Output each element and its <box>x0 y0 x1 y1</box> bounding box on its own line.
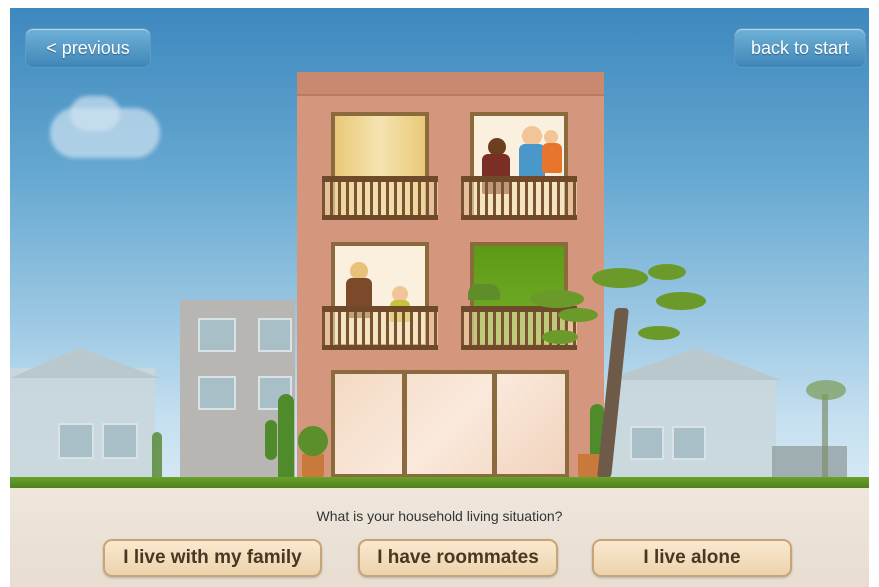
balcony-top-left <box>322 176 438 220</box>
building-roof <box>297 72 604 96</box>
palm-tree-icon <box>822 394 828 478</box>
answer-button-family[interactable]: I live with my family <box>103 539 322 577</box>
background-house-right-roof <box>606 348 781 380</box>
scene-illustration: < previous back to start <box>10 8 869 488</box>
cloud-icon <box>70 96 120 131</box>
back-to-start-button[interactable]: back to start <box>734 28 866 68</box>
palm-leaves <box>806 380 846 400</box>
tree-leaf <box>638 326 680 340</box>
cactus-icon <box>152 432 162 478</box>
tree-leaf <box>648 264 686 280</box>
grass-strip <box>10 477 869 488</box>
potted-plant-icon <box>302 454 324 478</box>
previous-button[interactable]: < previous <box>25 28 151 68</box>
background-window <box>258 318 292 352</box>
storefront-window <box>331 370 569 478</box>
background-window <box>672 426 706 460</box>
background-wall <box>772 446 847 478</box>
tree-leaf <box>542 330 578 344</box>
app-frame: < previous back to start What is your ho… <box>10 8 869 587</box>
tree-leaf <box>656 292 706 310</box>
background-window <box>58 423 94 459</box>
tree-leaf <box>530 290 584 308</box>
background-window <box>102 423 138 459</box>
cactus-icon <box>265 420 277 460</box>
background-window <box>630 426 664 460</box>
balcony-middle-left <box>322 306 438 350</box>
background-house-left-roof <box>10 348 160 378</box>
balcony-top-right <box>461 176 577 220</box>
background-window <box>198 376 236 410</box>
answer-button-roommates[interactable]: I have roommates <box>358 539 558 577</box>
person-head <box>544 130 558 144</box>
storefront-divider <box>492 370 497 478</box>
cactus-icon <box>278 394 294 478</box>
potted-plant-icon <box>468 284 500 300</box>
tree-leaf <box>558 308 598 322</box>
question-text: What is your household living situation? <box>316 508 563 524</box>
potted-plant-icon <box>298 426 328 456</box>
background-window <box>198 318 236 352</box>
person-icon <box>542 143 562 173</box>
storefront-divider <box>402 370 407 478</box>
answer-button-alone[interactable]: I live alone <box>592 539 792 577</box>
tree-leaf <box>592 268 648 288</box>
person-head <box>522 126 542 146</box>
